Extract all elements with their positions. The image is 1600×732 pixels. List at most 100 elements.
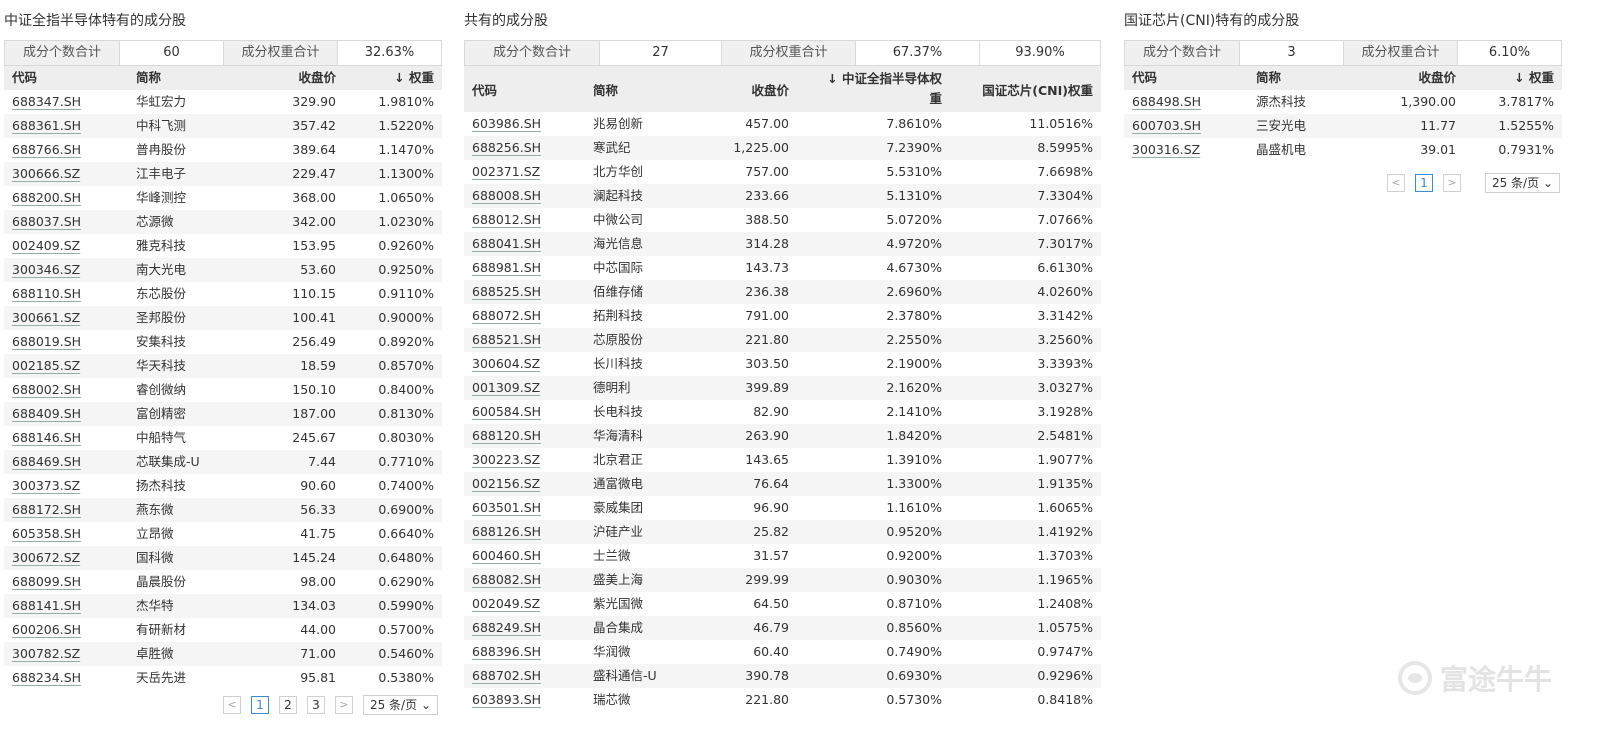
stock-code-link[interactable]: 300672.SZ xyxy=(12,550,80,565)
cell-code[interactable]: 300346.SZ xyxy=(4,258,128,282)
table-row[interactable]: 688099.SH 晶晨股份 98.00 0.6290% xyxy=(4,570,442,594)
stock-code-link[interactable]: 688469.SH xyxy=(12,454,81,469)
table-row[interactable]: 688347.SH 华虹宏力 329.90 1.9810% xyxy=(4,90,442,114)
col-weight-sort[interactable]: ↓ 权重 xyxy=(1464,66,1562,90)
stock-code-link[interactable]: 688766.SH xyxy=(12,142,81,157)
table-row[interactable]: 002049.SZ 紫光国微 64.50 0.8710% 1.2408% xyxy=(464,592,1101,616)
table-row[interactable]: 300373.SZ 扬杰科技 90.60 0.7400% xyxy=(4,474,442,498)
col-name[interactable]: 简称 xyxy=(128,66,238,90)
table-row[interactable]: 688256.SH 寒武纪 1,225.00 7.2390% 8.5995% xyxy=(464,136,1101,160)
col-weight-sort[interactable]: ↓ 权重 xyxy=(344,66,442,90)
cell-code[interactable]: 688082.SH xyxy=(464,568,585,592)
col-code[interactable]: 代码 xyxy=(1124,66,1248,90)
table-row[interactable]: 600460.SH 士兰微 31.57 0.9200% 1.3703% xyxy=(464,544,1101,568)
stock-code-link[interactable]: 605358.SH xyxy=(12,526,81,541)
table-row[interactable]: 300346.SZ 南大光电 53.60 0.9250% xyxy=(4,258,442,282)
cell-code[interactable]: 688766.SH xyxy=(4,138,128,162)
col-name[interactable]: 简称 xyxy=(1248,66,1358,90)
stock-code-link[interactable]: 688126.SH xyxy=(472,524,541,539)
cell-code[interactable]: 001309.SZ xyxy=(464,376,585,400)
stock-code-link[interactable]: 688525.SH xyxy=(472,284,541,299)
table-row[interactable]: 688200.SH 华峰测控 368.00 1.0650% xyxy=(4,186,442,210)
stock-code-link[interactable]: 688072.SH xyxy=(472,308,541,323)
stock-code-link[interactable]: 688249.SH xyxy=(472,620,541,635)
table-row[interactable]: 300661.SZ 圣邦股份 100.41 0.9000% xyxy=(4,306,442,330)
col-price[interactable]: 收盘价 xyxy=(1358,66,1464,90)
table-row[interactable]: 688126.SH 沪硅产业 25.82 0.9520% 1.4192% xyxy=(464,520,1101,544)
cell-code[interactable]: 300672.SZ xyxy=(4,546,128,570)
table-row[interactable]: 688766.SH 普冉股份 389.64 1.1470% xyxy=(4,138,442,162)
stock-code-link[interactable]: 002371.SZ xyxy=(472,164,540,179)
table-row[interactable]: 688141.SH 杰华特 134.03 0.5990% xyxy=(4,594,442,618)
cell-code[interactable]: 688110.SH xyxy=(4,282,128,306)
col-price[interactable]: 收盘价 xyxy=(705,80,797,99)
cell-code[interactable]: 002156.SZ xyxy=(464,472,585,496)
table-row[interactable]: 688072.SH 拓荆科技 791.00 2.3780% 3.3142% xyxy=(464,304,1101,328)
cell-code[interactable]: 688037.SH xyxy=(4,210,128,234)
table-row[interactable]: 688110.SH 东芯股份 110.15 0.9110% xyxy=(4,282,442,306)
table-row[interactable]: 688525.SH 佰维存储 236.38 2.6960% 4.0260% xyxy=(464,280,1101,304)
stock-code-link[interactable]: 688012.SH xyxy=(472,212,541,227)
cell-code[interactable]: 688409.SH xyxy=(4,402,128,426)
stock-code-link[interactable]: 688110.SH xyxy=(12,286,81,301)
stock-code-link[interactable]: 688120.SH xyxy=(472,428,541,443)
cell-code[interactable]: 300373.SZ xyxy=(4,474,128,498)
stock-code-link[interactable]: 603501.SH xyxy=(472,500,541,515)
table-row[interactable]: 688234.SH 天岳先进 95.81 0.5380% xyxy=(4,666,442,690)
next-page-button[interactable]: > xyxy=(1442,174,1461,192)
stock-code-link[interactable]: 002185.SZ xyxy=(12,358,80,373)
cell-code[interactable]: 688099.SH xyxy=(4,570,128,594)
stock-code-link[interactable]: 688234.SH xyxy=(12,670,81,685)
col-code[interactable]: 代码 xyxy=(4,66,128,90)
stock-code-link[interactable]: 300346.SZ xyxy=(12,262,80,277)
page-1-button[interactable]: 1 xyxy=(1414,174,1433,192)
table-row[interactable]: 688037.SH 芯源微 342.00 1.0230% xyxy=(4,210,442,234)
table-row[interactable]: 688498.SH 源杰科技 1,390.00 3.7817% xyxy=(1124,90,1562,114)
page-1-button[interactable]: 1 xyxy=(250,696,269,714)
stock-code-link[interactable]: 300666.SZ xyxy=(12,166,80,181)
table-row[interactable]: 688409.SH 富创精密 187.00 0.8130% xyxy=(4,402,442,426)
cell-code[interactable]: 688041.SH xyxy=(464,232,585,256)
col-name[interactable]: 简称 xyxy=(585,80,705,99)
col-code[interactable]: 代码 xyxy=(464,80,585,99)
cell-code[interactable]: 688525.SH xyxy=(464,280,585,304)
stock-code-link[interactable]: 688396.SH xyxy=(472,644,541,659)
page-2-button[interactable]: 2 xyxy=(278,696,297,714)
page-3-button[interactable]: 3 xyxy=(306,696,325,714)
stock-code-link[interactable]: 600460.SH xyxy=(472,548,541,563)
col-price[interactable]: 收盘价 xyxy=(238,66,344,90)
stock-code-link[interactable]: 300223.SZ xyxy=(472,452,540,467)
table-row[interactable]: 603501.SH 豪威集团 96.90 1.1610% 1.6065% xyxy=(464,496,1101,520)
cell-code[interactable]: 688146.SH xyxy=(4,426,128,450)
cell-code[interactable]: 688981.SH xyxy=(464,256,585,280)
col-cni-weight[interactable]: 国证芯片(CNI)权重 xyxy=(950,80,1101,99)
cell-code[interactable]: 688702.SH xyxy=(464,664,585,688)
stock-code-link[interactable]: 688981.SH xyxy=(472,260,541,275)
cell-code[interactable]: 688172.SH xyxy=(4,498,128,522)
prev-page-button[interactable]: < xyxy=(222,696,241,714)
cell-code[interactable]: 688469.SH xyxy=(4,450,128,474)
stock-code-link[interactable]: 300604.SZ xyxy=(472,356,540,371)
cell-code[interactable]: 300666.SZ xyxy=(4,162,128,186)
cell-code[interactable]: 300782.SZ xyxy=(4,642,128,666)
stock-code-link[interactable]: 603893.SH xyxy=(472,692,541,707)
cell-code[interactable]: 002049.SZ xyxy=(464,592,585,616)
cell-code[interactable]: 688019.SH xyxy=(4,330,128,354)
cell-code[interactable]: 688256.SH xyxy=(464,136,585,160)
stock-code-link[interactable]: 688498.SH xyxy=(1132,94,1201,109)
stock-code-link[interactable]: 688008.SH xyxy=(472,188,541,203)
cell-code[interactable]: 300604.SZ xyxy=(464,352,585,376)
stock-code-link[interactable]: 688002.SH xyxy=(12,382,81,397)
table-row[interactable]: 600206.SH 有研新材 44.00 0.5700% xyxy=(4,618,442,642)
table-row[interactable]: 002409.SZ 雅克科技 153.95 0.9260% xyxy=(4,234,442,258)
table-row[interactable]: 688249.SH 晶合集成 46.79 0.8560% 1.0575% xyxy=(464,616,1101,640)
table-row[interactable]: 300316.SZ 晶盛机电 39.01 0.7931% xyxy=(1124,138,1562,162)
stock-code-link[interactable]: 002409.SZ xyxy=(12,238,80,253)
table-row[interactable]: 688469.SH 芯联集成-U 7.44 0.7710% xyxy=(4,450,442,474)
cell-code[interactable]: 688002.SH xyxy=(4,378,128,402)
stock-code-link[interactable]: 001309.SZ xyxy=(472,380,540,395)
table-row[interactable]: 688361.SH 中科飞测 357.42 1.5220% xyxy=(4,114,442,138)
table-row[interactable]: 688012.SH 中微公司 388.50 5.0720% 7.0766% xyxy=(464,208,1101,232)
cell-code[interactable]: 688521.SH xyxy=(464,328,585,352)
stock-code-link[interactable]: 688037.SH xyxy=(12,214,81,229)
